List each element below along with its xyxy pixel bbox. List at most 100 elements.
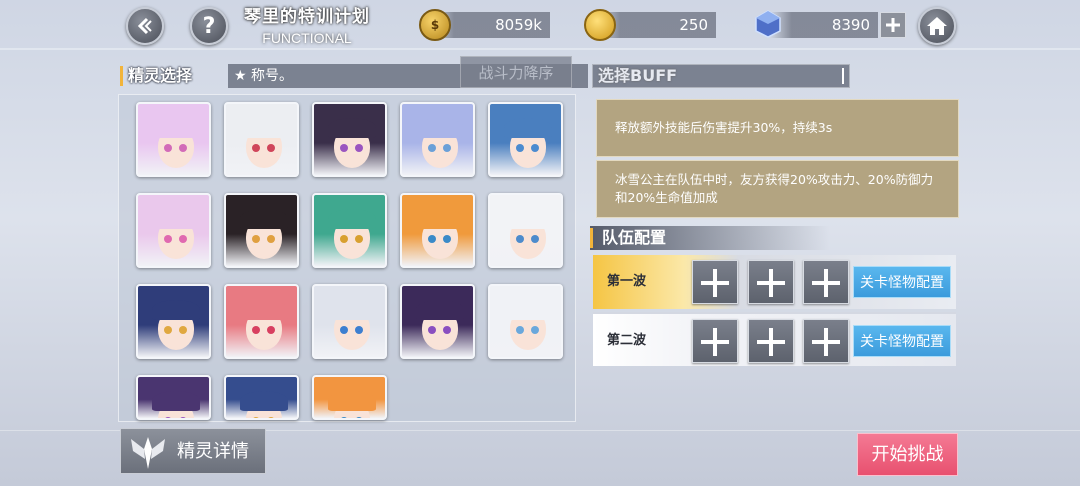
top-bar: ? 琴里的特训计划 FUNCTIONAL 8059k $ 250 8390	[0, 0, 1080, 50]
portrait-eye	[252, 417, 260, 418]
portrait-hair	[416, 209, 464, 229]
buff-text: 冰雪公主在队伍中时，友方获得20%攻击力、20%防御力和20%生命值加成	[615, 172, 934, 205]
help-button[interactable]: ?	[190, 7, 228, 45]
buff-card[interactable]: 释放额外技能后伤害提升30%，持续3s	[596, 99, 959, 157]
portrait-hair	[328, 300, 376, 320]
add-member-button[interactable]	[748, 319, 794, 363]
portrait-eye	[267, 235, 275, 243]
team-config-heading: 队伍配置	[590, 226, 830, 250]
portrait-hair	[504, 118, 552, 138]
spirit-card[interactable]	[312, 193, 387, 268]
gold-coin-stack-icon	[584, 9, 616, 41]
spirit-detail-button[interactable]: 精灵详情	[120, 428, 266, 474]
spirit-card[interactable]	[400, 284, 475, 359]
portrait-eye	[267, 326, 275, 334]
add-crystal-button[interactable]	[880, 12, 906, 38]
spirit-card[interactable]	[224, 193, 299, 268]
portrait-eye	[164, 326, 172, 334]
portrait-eye	[355, 144, 363, 152]
crystal-counter: 8390	[770, 12, 878, 38]
ticket-value: 250	[679, 16, 708, 34]
portrait-eye	[179, 326, 187, 334]
spirit-card[interactable]	[224, 102, 299, 177]
sort-label: 战斗力降序	[478, 64, 554, 82]
portrait-hair	[416, 300, 464, 320]
portrait-hair	[504, 209, 552, 229]
portrait-hair	[240, 300, 288, 320]
page-title: 琴里的特训计划	[244, 7, 370, 27]
crystal-value: 8390	[831, 16, 870, 34]
title-block: 琴里的特训计划 FUNCTIONAL	[232, 2, 382, 46]
wing-emblem-icon	[131, 437, 165, 469]
buff-card[interactable]: 冰雪公主在队伍中时，友方获得20%攻击力、20%防御力和20%生命值加成	[596, 160, 959, 218]
portrait-eye	[164, 235, 172, 243]
portrait-hair	[416, 118, 464, 138]
spirit-card[interactable]	[136, 284, 211, 359]
start-challenge-button[interactable]: 开始挑战	[857, 433, 958, 476]
portrait-eye	[164, 144, 172, 152]
spirit-card[interactable]	[312, 375, 387, 420]
sort-button[interactable]: 战斗力降序	[460, 56, 572, 88]
portrait-eye	[355, 235, 363, 243]
portrait-eye	[252, 144, 260, 152]
portrait-eye	[531, 235, 539, 243]
portrait-eye	[267, 417, 275, 418]
portrait-eye	[516, 326, 524, 334]
spirit-card[interactable]	[312, 102, 387, 177]
add-member-button[interactable]	[748, 260, 794, 304]
wave-row-2: 第二波 关卡怪物配置	[593, 312, 956, 366]
monster-config-button[interactable]: 关卡怪物配置	[853, 266, 951, 298]
spirit-card[interactable]	[400, 193, 475, 268]
portrait-hair	[152, 300, 200, 320]
spirit-card[interactable]	[488, 284, 563, 359]
spirit-card[interactable]	[136, 193, 211, 268]
portrait-hair	[328, 118, 376, 138]
add-member-button[interactable]	[692, 319, 738, 363]
portrait-eye	[267, 144, 275, 152]
coin-icon: $	[419, 9, 451, 41]
crystal-icon	[753, 9, 785, 41]
spirit-card[interactable]	[224, 375, 299, 420]
monster-config-button[interactable]: 关卡怪物配置	[853, 325, 951, 357]
portrait-eye	[164, 417, 172, 418]
portrait-eye	[252, 235, 260, 243]
spirit-card[interactable]	[488, 102, 563, 177]
add-member-button[interactable]	[803, 260, 849, 304]
spirit-card[interactable]	[488, 193, 563, 268]
portrait-eye	[443, 235, 451, 243]
spirit-card[interactable]	[312, 284, 387, 359]
back-button[interactable]	[126, 7, 164, 45]
portrait-eye	[516, 235, 524, 243]
portrait-eye	[179, 144, 187, 152]
portrait-hair	[152, 391, 200, 411]
home-button[interactable]	[918, 7, 956, 45]
portrait-hair	[240, 391, 288, 411]
spirit-card[interactable]	[136, 375, 211, 420]
portrait-eye	[516, 144, 524, 152]
portrait-eye	[252, 326, 260, 334]
portrait-eye	[340, 417, 348, 418]
portrait-eye	[531, 326, 539, 334]
portrait-hair	[504, 300, 552, 320]
portrait-eye	[340, 235, 348, 243]
portrait-hair	[240, 118, 288, 138]
portrait-eye	[443, 326, 451, 334]
spirit-card[interactable]	[400, 102, 475, 177]
plus-icon	[886, 18, 900, 32]
page-subtitle: FUNCTIONAL	[262, 30, 352, 46]
spirit-select-heading: 精灵选择	[120, 64, 192, 88]
title-filter-text: ★ 称号。	[234, 68, 294, 84]
portrait-hair	[240, 209, 288, 229]
add-member-button[interactable]	[692, 260, 738, 304]
portrait-eye	[428, 326, 436, 334]
back-icon	[137, 17, 152, 35]
add-member-button[interactable]	[803, 319, 849, 363]
portrait-hair	[152, 209, 200, 229]
portrait-eye	[179, 235, 187, 243]
spirit-card[interactable]	[136, 102, 211, 177]
gold-value: 8059k	[495, 16, 542, 34]
text-caret	[842, 68, 844, 84]
wave-row-1: 第一波 关卡怪物配置	[593, 255, 956, 309]
spirit-card[interactable]	[224, 284, 299, 359]
portrait-eye	[428, 235, 436, 243]
